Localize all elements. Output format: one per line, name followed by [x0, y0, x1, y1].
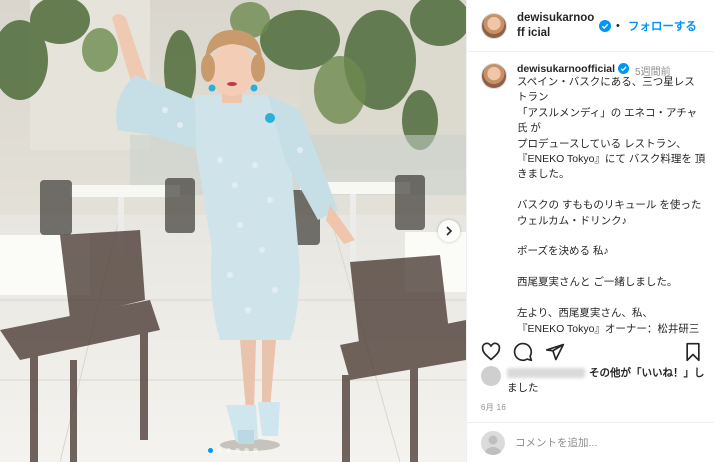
- carousel-dot: [226, 448, 231, 453]
- chevron-right-icon: [444, 226, 454, 236]
- caption-verified-icon: [618, 63, 630, 74]
- carousel-dot: [235, 448, 240, 453]
- post-photo-image: [0, 0, 466, 462]
- carousel-dot: [217, 448, 222, 453]
- follow-button[interactable]: フォローする: [628, 18, 697, 34]
- caption-area: dewisukarnoofficial 5週間前 スペイン・バスクにある、三つ星…: [467, 53, 714, 335]
- likes-text[interactable]: その他が「いいね！」し: [589, 367, 705, 379]
- paper-plane-icon[interactable]: [545, 342, 567, 364]
- carousel-dot: [208, 448, 213, 453]
- likes-text-block: その他が「いいね！」し ました: [507, 366, 705, 396]
- header-username[interactable]: dewisukarnooff icial: [517, 11, 597, 41]
- commenter-avatar: [481, 430, 505, 455]
- post-photo[interactable]: [0, 0, 466, 462]
- header-separator: •: [616, 19, 620, 32]
- carousel-dot: [244, 448, 249, 453]
- comment-icon[interactable]: [513, 342, 535, 364]
- post-date[interactable]: 6月 16: [481, 402, 506, 413]
- carousel-next-button[interactable]: [438, 220, 460, 242]
- carousel-dot: [253, 448, 258, 453]
- likes-text-2: ました: [507, 382, 539, 394]
- likes-summary[interactable]: その他が「いいね！」し ました: [481, 366, 711, 396]
- action-bar: [467, 340, 714, 366]
- comment-input[interactable]: [515, 436, 695, 449]
- carousel-dots: [0, 448, 466, 453]
- post-header: dewisukarnooff icial • フォローする: [467, 0, 714, 52]
- heart-icon[interactable]: [481, 342, 503, 364]
- liker-avatar: [481, 366, 501, 386]
- caption-avatar[interactable]: [481, 63, 507, 89]
- bookmark-icon[interactable]: [683, 342, 705, 364]
- comment-bar: [467, 422, 714, 462]
- verified-badge-icon: [597, 19, 611, 32]
- caption-username[interactable]: dewisukarnoofficial: [517, 63, 615, 75]
- caption-text: スペイン・バスクにある、三つ星レス トラン 「アスルメンディ」の エネコ・アチャ…: [517, 76, 706, 335]
- post-side-panel: dewisukarnooff icial • フォローする dewisukarn…: [466, 0, 714, 462]
- author-avatar[interactable]: [481, 12, 507, 39]
- liker-name-redacted: [507, 368, 585, 379]
